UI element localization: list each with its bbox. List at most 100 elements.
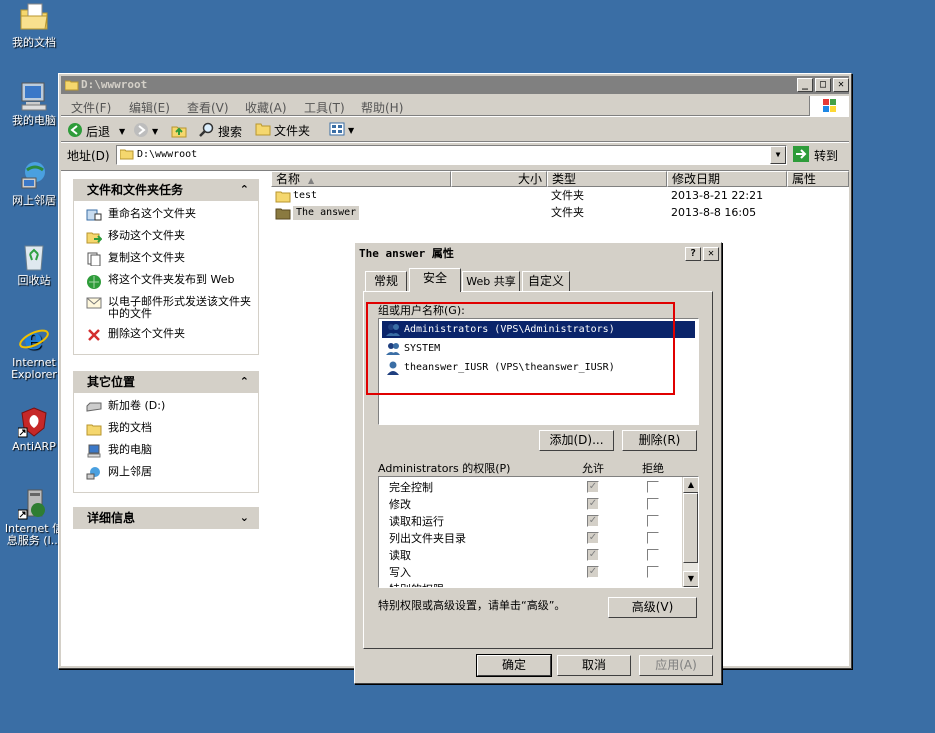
column-date[interactable]: 修改日期 [667,171,787,187]
allow-checkbox[interactable]: ✓ [587,515,599,527]
scroll-down-button[interactable]: ▼ [683,571,698,587]
desktop-icon-my-documents[interactable]: 我的文档 [2,2,66,49]
dialog-title: The answer 属性 [359,247,454,260]
back-button[interactable]: 后退 ▼ [67,122,125,141]
tab-general[interactable]: 常规 [365,271,407,291]
column-type[interactable]: 类型 [547,171,667,187]
deny-checkbox[interactable] [647,549,659,561]
file-tasks-header[interactable]: 文件和文件夹任务 ⌃ [73,179,259,201]
desktop-icon-ie[interactable]: e Internet Explorer [2,322,66,381]
task-move-folder[interactable]: 移动这个文件夹 [86,230,258,244]
apply-button[interactable]: 应用(A) [639,655,713,676]
file-date: 2013-8-8 16:05 [671,206,757,219]
permission-row[interactable]: 特别的权限 [379,581,675,587]
permission-row[interactable]: 完全控制 ✓ [379,479,675,496]
allow-checkbox[interactable]: ✓ [587,532,599,544]
task-email-files[interactable]: 以电子邮件形式发送该文件夹中的文件 [86,296,258,320]
allow-checkbox[interactable]: ✓ [587,549,599,561]
column-size[interactable]: 大小 [451,171,547,187]
permissions-list[interactable]: 完全控制 ✓ 修改 ✓ 读取和运行 ✓ 列出文件夹目录 ✓ 读取 ✓ 写入 ✓ 特别的权限 ▲ ▼ [378,476,699,588]
button-label: 应用(A) [655,658,697,672]
allow-checkbox[interactable]: ✓ [587,481,599,493]
deny-checkbox[interactable] [647,532,659,544]
desktop-icon-recycle-bin[interactable]: 回收站 [2,240,66,287]
close-button[interactable]: ✕ [833,78,849,92]
folders-button[interactable]: 文件夹 [255,122,310,139]
deny-checkbox[interactable] [647,566,659,578]
go-arrow-icon [792,145,810,166]
permissions-scrollbar[interactable]: ▲ ▼ [682,477,698,587]
details-header[interactable]: 详细信息 ⌄ [73,507,259,529]
tab-custom[interactable]: 自定义 [522,271,570,291]
place-drive-d[interactable]: 新加卷 (D:) [86,400,258,414]
address-dropdown-button[interactable]: ▼ [770,146,786,164]
minimize-button[interactable]: _ [797,78,813,92]
task-publish-web[interactable]: 将这个文件夹发布到 Web [86,274,258,289]
allow-checkbox[interactable]: ✓ [587,498,599,510]
permission-row[interactable]: 修改 ✓ [379,496,675,513]
allow-checkbox[interactable]: ✓ [587,566,599,578]
expand-icon[interactable]: ⌄ [240,507,249,529]
desktop-icon-antiarp[interactable]: AntiARP [2,406,66,453]
address-input[interactable]: D:\wwwroot ▼ [116,145,787,165]
other-places-header[interactable]: 其它位置 ⌃ [73,371,259,393]
deny-checkbox[interactable] [647,515,659,527]
menu-tools[interactable]: 工具(T) [304,99,345,116]
desktop-icon-my-computer[interactable]: 我的电脑 [2,80,66,127]
place-my-documents[interactable]: 我的文档 [86,422,258,436]
remove-user-button[interactable]: 删除(R) [622,430,697,451]
column-attributes[interactable]: 属性 [787,171,849,187]
desktop-icon-network[interactable]: 网上邻居 [2,160,66,207]
deny-checkbox[interactable] [647,498,659,510]
forward-button[interactable]: ▼ [133,122,158,141]
collapse-icon[interactable]: ⌃ [240,179,249,201]
dialog-titlebar[interactable]: The answer 属性 ? ✕ [357,245,719,263]
desktop-icon-iis[interactable]: Internet 信息服务 (I... [2,488,66,547]
go-button[interactable]: 转到 [792,145,838,166]
place-my-computer[interactable]: 我的电脑 [86,444,258,458]
chevron-down-icon[interactable]: ▼ [152,127,158,136]
permission-row[interactable]: 写入 ✓ [379,564,675,581]
task-label: 复制这个文件夹 [108,251,185,264]
permission-row[interactable]: 列出文件夹目录 ✓ [379,530,675,547]
button-label: 删除(R) [638,433,681,447]
search-button[interactable]: 搜索 [199,122,242,141]
menu-edit[interactable]: 编辑(E) [129,99,170,116]
explorer-titlebar[interactable]: D:\wwwroot _ □ ✕ [61,76,849,94]
menu-file[interactable]: 文件(F) [71,99,111,116]
menu-view[interactable]: 查看(V) [187,99,229,116]
help-button[interactable]: ? [685,247,701,261]
place-network[interactable]: 网上邻居 [86,466,258,480]
menu-favorites[interactable]: 收藏(A) [245,99,287,116]
permission-row[interactable]: 读取 ✓ [379,547,675,564]
file-row[interactable]: The answer 文件夹 2013-8-8 16:05 [275,206,845,222]
ok-button[interactable]: 确定 [476,654,552,677]
maximize-button[interactable]: □ [815,78,831,92]
desktop-icon-label: 网上邻居 [12,194,56,207]
button-label: 确定 [501,658,526,672]
folder-icon [64,79,79,97]
scroll-up-button[interactable]: ▲ [683,477,698,493]
collapse-icon[interactable]: ⌃ [240,371,249,393]
add-user-button[interactable]: 添加(D)... [539,430,614,451]
up-button[interactable] [171,122,187,141]
column-name[interactable]: 名称 ▲ [271,171,451,187]
chevron-down-icon[interactable]: ▼ [119,127,125,136]
scroll-thumb[interactable] [683,493,698,563]
tab-web-sharing[interactable]: Web 共享 [462,271,520,291]
permission-row[interactable]: 读取和运行 ✓ [379,513,675,530]
advanced-button[interactable]: 高级(V) [608,597,697,618]
views-button[interactable]: ▼ [329,122,354,139]
file-row[interactable]: test 文件夹 2013-8-21 22:21 [275,189,845,205]
deny-checkbox[interactable] [647,481,659,493]
tab-label: Web 共享 [466,275,516,288]
folder-icon [119,148,134,167]
tab-security[interactable]: 安全 [409,268,461,292]
task-delete-folder[interactable]: 删除这个文件夹 [86,328,258,342]
close-button[interactable]: ✕ [703,247,719,261]
task-copy-folder[interactable]: 复制这个文件夹 [86,251,258,267]
address-value: D:\wwwroot [137,149,198,160]
task-rename-folder[interactable]: 重命名这个文件夹 [86,208,258,222]
menu-help[interactable]: 帮助(H) [361,99,403,116]
cancel-button[interactable]: 取消 [557,655,631,676]
